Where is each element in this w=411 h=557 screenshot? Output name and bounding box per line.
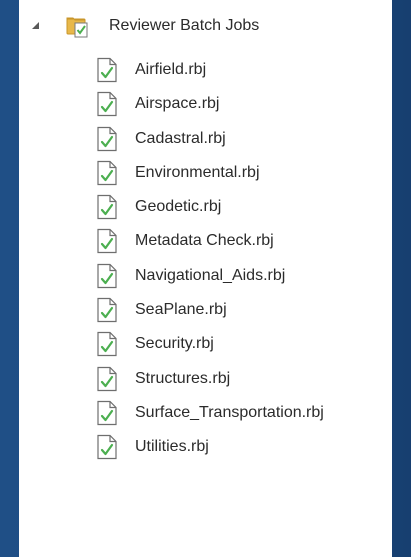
tree-item-label: Security.rbj xyxy=(135,335,214,353)
batch-job-file-icon xyxy=(97,263,117,288)
tree-item-label: Surface_Transportation.rbj xyxy=(135,403,324,421)
tree-item-batch-job[interactable]: Environmental.rbj xyxy=(19,156,392,190)
tree-item-label: Geodetic.rbj xyxy=(135,198,222,216)
batch-job-list: Airfield.rbj Airspace.rbj Cadastral.rbj Env… xyxy=(19,53,392,465)
tree-item-batch-job[interactable]: Surface_Transportation.rbj xyxy=(19,396,392,430)
batch-job-file-icon xyxy=(97,126,117,151)
tree-item-batch-job[interactable]: Structures.rbj xyxy=(19,362,392,396)
batch-job-file-icon xyxy=(97,57,117,83)
tree-item-label: Utilities.rbj xyxy=(135,438,209,456)
tree-node-reviewer-batch-jobs[interactable]: Reviewer Batch Jobs xyxy=(19,9,392,43)
tree-item-label: Cadastral.rbj xyxy=(135,129,226,147)
batch-job-file-icon xyxy=(97,160,117,185)
expand-collapse-icon[interactable] xyxy=(32,22,39,29)
tree-item-label: Navigational_Aids.rbj xyxy=(135,266,286,284)
batch-job-file-icon xyxy=(97,92,117,117)
batch-job-file-icon xyxy=(97,366,117,391)
batch-job-file-icon xyxy=(97,400,117,426)
tree-item-label: SeaPlane.rbj xyxy=(135,301,227,319)
tree-item-batch-job[interactable]: Metadata Check.rbj xyxy=(19,224,392,258)
tree-item-label: Metadata Check.rbj xyxy=(135,232,274,250)
tree-item-batch-job[interactable]: SeaPlane.rbj xyxy=(19,293,392,327)
batch-job-file-icon xyxy=(97,229,117,254)
batch-job-file-icon xyxy=(97,332,117,357)
batch-job-file-icon xyxy=(97,435,117,460)
reviewer-folder-icon xyxy=(66,17,88,38)
tree-item-batch-job[interactable]: Security.rbj xyxy=(19,327,392,361)
tree-item-batch-job[interactable]: Geodetic.rbj xyxy=(19,190,392,224)
tree-item-batch-job[interactable]: Utilities.rbj xyxy=(19,430,392,464)
tree-item-batch-job[interactable]: Navigational_Aids.rbj xyxy=(19,259,392,293)
tree-item-batch-job[interactable]: Airfield.rbj xyxy=(19,53,392,87)
tree-item-batch-job[interactable]: Cadastral.rbj xyxy=(19,122,392,156)
batch-job-file-icon xyxy=(97,297,117,323)
tree-item-batch-job[interactable]: Airspace.rbj xyxy=(19,87,392,121)
catalog-panel: Reviewer Batch Jobs Airfield.rbj Airspace… xyxy=(19,0,392,557)
batch-job-file-icon xyxy=(97,195,117,220)
tree-item-label: Environmental.rbj xyxy=(135,163,260,181)
tree-node-label: Reviewer Batch Jobs xyxy=(109,17,260,34)
tree-item-label: Structures.rbj xyxy=(135,369,231,387)
tree-item-label: Airfield.rbj xyxy=(135,61,207,78)
tree-item-label: Airspace.rbj xyxy=(135,95,220,113)
